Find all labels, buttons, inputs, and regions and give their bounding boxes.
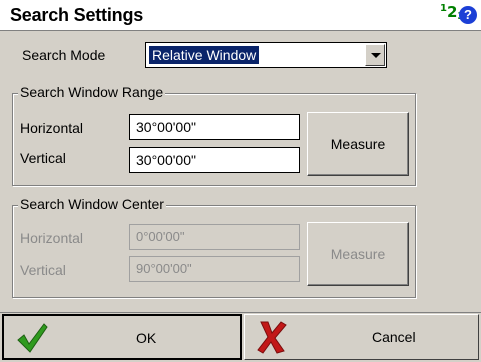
range-vertical-label: Vertical	[20, 150, 66, 166]
center-vertical-input[interactable]: 90°00'00"	[129, 256, 300, 282]
center-vertical-label: Vertical	[20, 262, 66, 278]
range-horizontal-input[interactable]: 30°00'00"	[129, 114, 300, 140]
search-mode-value: Relative Window	[149, 46, 260, 64]
red-x-icon	[257, 321, 287, 354]
range-vertical-input[interactable]: 30°00'00"	[129, 147, 300, 173]
title-bar: Search Settings 123 ?	[0, 0, 481, 30]
title-divider	[0, 30, 481, 31]
help-icon[interactable]: ?	[459, 6, 477, 24]
center-measure-button[interactable]: Measure	[307, 222, 409, 286]
center-horizontal-input[interactable]: 0°00'00"	[129, 224, 300, 250]
center-horizontal-label: Horizontal	[20, 230, 84, 246]
cancel-label: Cancel	[372, 329, 416, 345]
footer-divider	[0, 312, 481, 313]
search-window-range-legend: Search Window Range	[18, 84, 166, 100]
chevron-down-icon	[371, 53, 381, 58]
range-measure-button[interactable]: Measure	[307, 112, 409, 176]
search-mode-label: Search Mode	[22, 47, 106, 63]
search-settings-window: Search Settings 123 ? Search Mode Relati…	[0, 0, 481, 362]
search-window-center-legend: Search Window Center	[18, 196, 166, 212]
range-horizontal-label: Horizontal	[20, 120, 84, 136]
cancel-button[interactable]: Cancel	[244, 314, 479, 360]
ok-button[interactable]: OK	[2, 314, 242, 360]
window-title: Search Settings	[10, 5, 144, 25]
ok-label: OK	[136, 330, 157, 346]
dropdown-arrow-button[interactable]	[365, 44, 385, 66]
checkmark-icon	[17, 323, 48, 353]
search-mode-select[interactable]: Relative Window	[145, 42, 387, 68]
